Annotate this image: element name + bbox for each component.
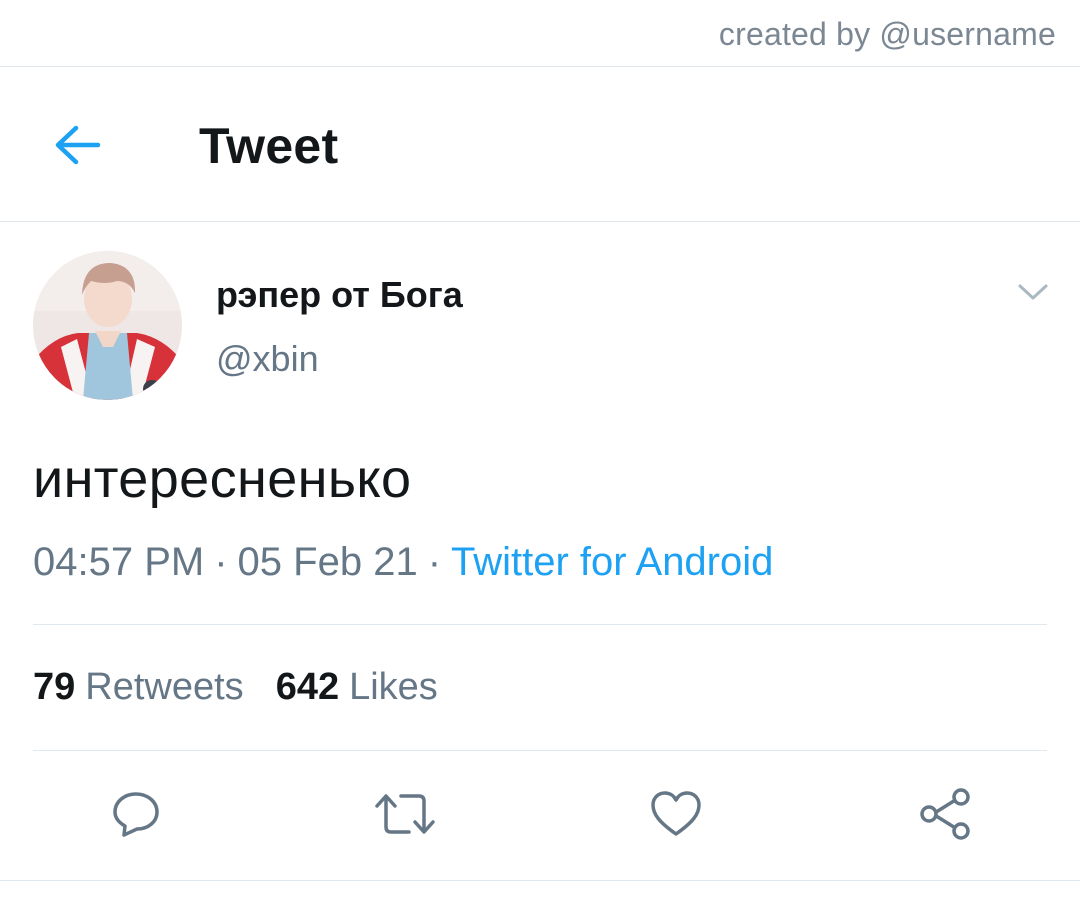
divider (0, 880, 1080, 881)
avatar[interactable] (33, 251, 182, 400)
reply-button[interactable] (106, 786, 166, 842)
retweet-icon (374, 789, 436, 839)
tweet-source-link[interactable]: Twitter for Android (451, 540, 773, 584)
reply-icon (110, 789, 162, 839)
retweets-count: 79 (33, 666, 76, 708)
tweet-text: интересненько (33, 449, 412, 509)
meta-separator: · (427, 540, 442, 584)
like-icon (649, 789, 703, 839)
watermark-credit: created by @username (718, 16, 1056, 52)
likes-stat[interactable]: 642 Likes (276, 666, 438, 708)
arrow-left-icon (51, 123, 103, 167)
likes-count: 642 (275, 666, 340, 708)
divider (33, 750, 1047, 751)
share-icon (917, 787, 973, 841)
more-options-button[interactable] (1008, 272, 1058, 312)
likes-label: Likes (349, 666, 438, 708)
retweet-button[interactable] (375, 786, 435, 842)
back-button[interactable] (44, 115, 110, 175)
tweet-time: 04:57 PM (33, 540, 205, 584)
retweets-label: Retweets (85, 666, 244, 708)
tweet-date: 05 Feb 21 (237, 540, 418, 584)
share-button[interactable] (915, 786, 975, 842)
author-handle[interactable]: @xbin (216, 338, 319, 380)
page-title: Tweet (199, 118, 339, 174)
tweet-detail-screen: created by @username Tweet рэпер от Бога… (0, 0, 1080, 898)
author-display-name[interactable]: рэпер от Бога (216, 274, 463, 316)
meta-separator: · (214, 540, 228, 584)
watermark-bar: created by @username (0, 0, 1080, 67)
tweet-stats: 79 Retweets 642 Likes (33, 666, 438, 709)
retweets-stat[interactable]: 79 Retweets (33, 666, 244, 708)
like-button[interactable] (646, 786, 706, 842)
app-header: Tweet (0, 67, 1080, 222)
divider (33, 624, 1047, 625)
tweet-meta: 04:57 PM · 05 Feb 21 · Twitter for Android (33, 540, 773, 585)
chevron-down-icon (1017, 282, 1049, 302)
